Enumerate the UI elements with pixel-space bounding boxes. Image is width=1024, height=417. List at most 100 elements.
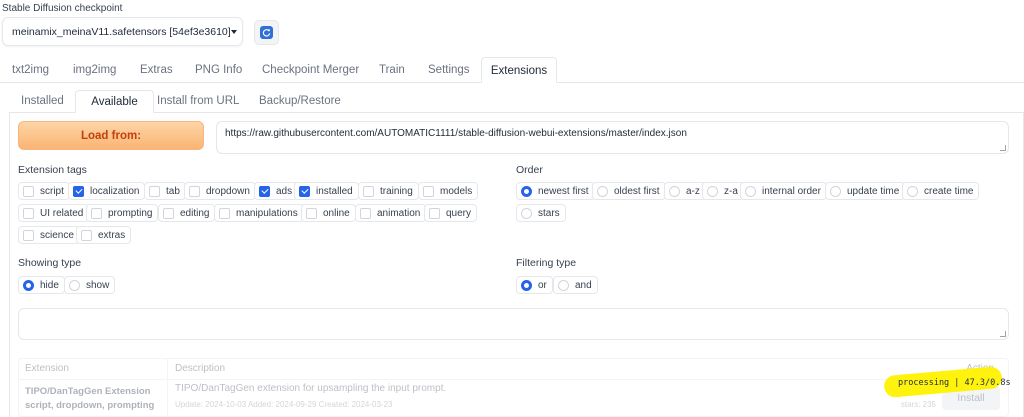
tag-models[interactable]: models (418, 182, 479, 200)
tab-checkpoint-merger[interactable]: Checkpoint Merger (262, 57, 359, 83)
tag-label: models (440, 185, 473, 197)
radio-icon (597, 185, 608, 197)
checkbox-icon (219, 207, 230, 219)
tag-animation[interactable]: animation (355, 204, 427, 222)
radio-icon (907, 185, 918, 197)
tab-train[interactable]: Train (379, 57, 405, 83)
index-url-value: https://raw.githubusercontent.com/AUTOMA… (225, 128, 687, 139)
index-url-input[interactable]: https://raw.githubusercontent.com/AUTOMA… (216, 121, 1009, 154)
tag-installed[interactable]: installed (294, 182, 359, 200)
extension-name-link[interactable]: TIPO/DanTagGen Extension (25, 385, 154, 399)
tag-label: training (380, 185, 413, 197)
order-option-label: update time (847, 185, 900, 197)
extensions-subtab-bar: Installed Available Install from URL Bac… (9, 90, 1024, 113)
checkbox-icon (423, 185, 434, 197)
checkbox-checked-icon (259, 185, 270, 197)
order-z-a[interactable]: z-a (702, 182, 744, 200)
checkbox-icon (149, 185, 160, 197)
tag-label: online (323, 207, 350, 219)
tag-online[interactable]: online (301, 204, 356, 222)
checkbox-icon (23, 185, 34, 197)
order-newest-first[interactable]: newest first (516, 182, 595, 200)
checkpoint-label: Stable Diffusion checkpoint (2, 3, 123, 14)
order-option-label: stars (538, 207, 560, 219)
tag-localization[interactable]: localization (68, 182, 146, 200)
tag-label: extras (98, 229, 126, 241)
tag-label: ads (276, 185, 293, 197)
order-internal-order[interactable]: internal order (740, 182, 827, 200)
showing-hide[interactable]: hide (18, 276, 65, 294)
extension-stars: stars: 235 (900, 400, 936, 409)
checkpoint-value: meinamix_meinaV11.safetensors [54ef3e361… (12, 25, 231, 38)
tab-available[interactable]: Available (75, 90, 154, 113)
checkbox-icon (429, 207, 440, 219)
tab-extensions[interactable]: Extensions (481, 57, 557, 83)
tab-settings[interactable]: Settings (428, 57, 470, 83)
order-option-label: internal order (762, 185, 821, 197)
tag-science[interactable]: science (18, 226, 80, 244)
tag-training[interactable]: training (358, 182, 419, 200)
tab-txt2img[interactable]: txt2img (12, 57, 49, 83)
extension-tags-label: Extension tags (18, 164, 87, 176)
tag-label: science (40, 229, 74, 241)
tag-label: dropdown (206, 185, 250, 197)
checkpoint-dropdown[interactable]: meinamix_meinaV11.safetensors [54ef3e361… (2, 17, 243, 46)
tag-tab[interactable]: tab (144, 182, 186, 200)
showing-type-label: Showing type (18, 257, 82, 269)
tag-manipulations[interactable]: manipulations (214, 204, 304, 222)
order-stars[interactable]: stars (516, 204, 566, 222)
checkbox-icon (81, 229, 92, 241)
radio-icon (521, 207, 532, 219)
order-a-z[interactable]: a-z (664, 182, 706, 200)
column-divider (167, 359, 168, 416)
tab-installed[interactable]: Installed (21, 90, 64, 113)
search-input[interactable] (18, 308, 1009, 340)
radio-icon (707, 185, 718, 197)
radio-icon (745, 185, 756, 197)
tag-script[interactable]: script (18, 182, 70, 200)
extension-cell: TIPO/DanTagGen Extension script, dropdow… (25, 385, 154, 413)
tag-dropdown[interactable]: dropdown (184, 182, 256, 200)
filtering-and[interactable]: and (553, 276, 598, 294)
tab-backup-restore[interactable]: Backup/Restore (259, 90, 341, 113)
tag-label: tab (166, 185, 180, 197)
tag-ads[interactable]: ads (254, 182, 299, 200)
tab-extras[interactable]: Extras (140, 57, 173, 83)
tag-extras[interactable]: extras (76, 226, 132, 244)
resize-handle-icon[interactable] (1000, 331, 1006, 337)
checkbox-icon (363, 185, 374, 197)
order-update-time[interactable]: update time (825, 182, 906, 200)
checkbox-icon (189, 185, 200, 197)
resize-handle-icon[interactable] (1000, 145, 1006, 151)
checkbox-icon (23, 207, 34, 219)
refresh-icon (260, 26, 273, 39)
tag-label: animation (377, 207, 421, 219)
main-tab-bar: txt2img img2img Extras PNG Info Checkpoi… (0, 57, 1024, 83)
tag-query[interactable]: query (424, 204, 478, 222)
tag-label: prompting (108, 207, 153, 219)
order-label: Order (516, 164, 543, 176)
order-option-label: oldest first (614, 185, 660, 197)
tag-label: manipulations (236, 207, 298, 219)
radio-selected-icon (23, 279, 34, 291)
extensions-table: Extension Description Action TIPO/DanTag… (18, 358, 1009, 417)
tag-ui-related[interactable]: UI related (18, 204, 90, 222)
radio-icon (669, 185, 680, 197)
tag-prompting[interactable]: prompting (86, 204, 159, 222)
order-oldest-first[interactable]: oldest first (592, 182, 666, 200)
processing-status: processing | 47.3/0.8s (898, 378, 1011, 388)
checkbox-checked-icon (73, 185, 84, 197)
showing-show[interactable]: show (64, 276, 116, 294)
tab-install-from-url[interactable]: Install from URL (157, 90, 239, 113)
radio-selected-icon (521, 279, 532, 291)
load-from-button[interactable]: Load from: (18, 121, 204, 150)
tab-img2img[interactable]: img2img (73, 57, 116, 83)
tag-label: script (40, 185, 64, 197)
tab-png-info[interactable]: PNG Info (195, 57, 242, 83)
filtering-or[interactable]: or (516, 276, 553, 294)
tag-editing[interactable]: editing (158, 204, 216, 222)
refresh-button[interactable] (254, 20, 279, 45)
tag-label: query (446, 207, 472, 219)
checkbox-icon (360, 207, 371, 219)
order-create-time[interactable]: create time (902, 182, 980, 200)
